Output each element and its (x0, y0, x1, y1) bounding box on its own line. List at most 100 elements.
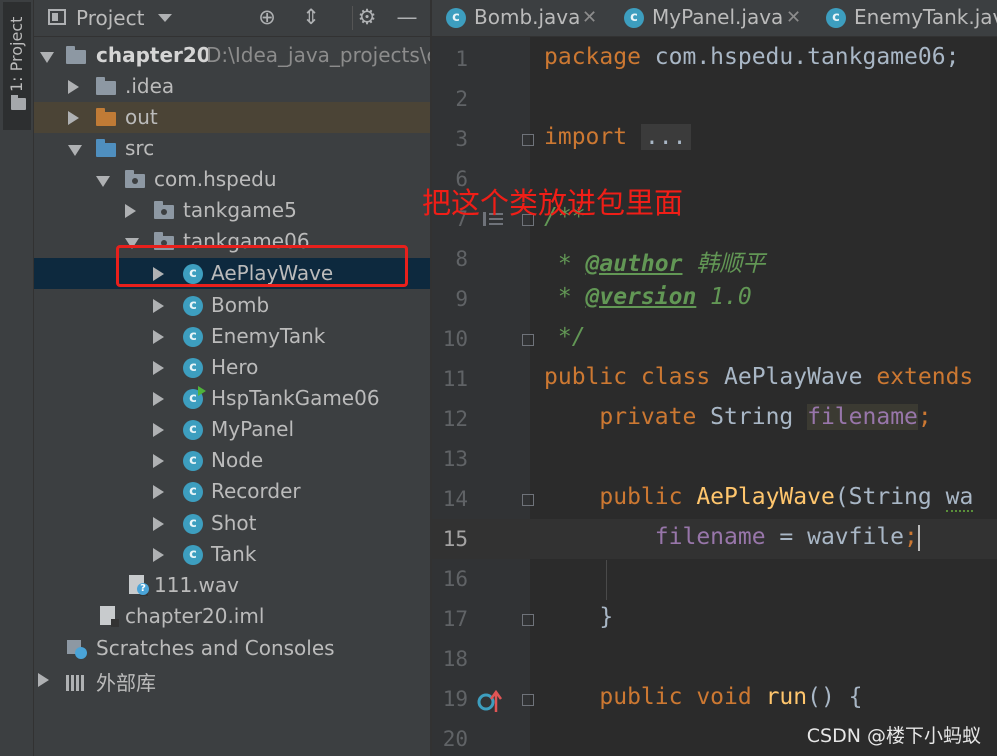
chevron-down-icon[interactable] (40, 52, 54, 63)
tree-item-bomb[interactable]: c Bomb (34, 290, 430, 321)
gear-icon[interactable]: ⚙ (354, 4, 380, 30)
chevron-right-icon[interactable] (125, 204, 136, 218)
fold-collapse-icon[interactable] (522, 494, 534, 506)
code-line-17: } (544, 604, 614, 630)
keyword: private (544, 404, 697, 430)
type-name: String (696, 404, 808, 430)
keyword: import (544, 124, 628, 150)
tree-item-idea[interactable]: .idea (34, 71, 430, 102)
tree-item-mypanel[interactable]: c MyPanel (34, 414, 430, 445)
project-tool-label: 1: Project (7, 16, 26, 92)
tree-item-label: out (125, 105, 158, 129)
line-number: 10 (442, 327, 468, 351)
project-tool-button[interactable]: 1: Project (3, 2, 31, 130)
class-icon: c (183, 327, 203, 347)
close-icon[interactable]: ✕ (786, 7, 801, 28)
tree-item-label: Shot (211, 511, 257, 535)
code-text: = wavfile (765, 524, 905, 550)
line-number: 8 (455, 247, 468, 271)
fold-expand-icon[interactable] (522, 134, 534, 146)
line-number: 18 (442, 647, 468, 671)
chevron-right-icon[interactable] (153, 361, 164, 375)
line-number: 9 (455, 287, 468, 311)
line-number: 11 (442, 367, 468, 391)
chevron-right-icon[interactable] (38, 673, 49, 687)
code-line-19: public void run() { (544, 684, 863, 710)
tree-item-scratches[interactable]: Scratches and Consoles (34, 633, 430, 664)
chevron-right-icon[interactable] (153, 330, 164, 344)
tree-item-label: 外部库 (96, 671, 156, 695)
chevron-right-icon[interactable] (153, 299, 164, 313)
override-icon[interactable] (476, 688, 503, 714)
unknown-type-icon: ? (137, 583, 149, 595)
tree-item-label: Hero (211, 355, 259, 379)
class-icon: c (446, 8, 466, 28)
chevron-down-icon[interactable] (96, 176, 110, 187)
tree-item-label: Recorder (211, 479, 301, 503)
tab-enemytank-java[interactable]: c EnemyTank.java (812, 0, 997, 36)
close-icon[interactable]: ✕ (582, 7, 597, 28)
run-icon (198, 386, 206, 396)
line-number: 13 (442, 447, 468, 471)
tree-item-out[interactable]: out (34, 102, 430, 133)
field-name: filename (807, 404, 918, 430)
minimize-icon[interactable]: — (394, 4, 420, 30)
fold-collapse-icon[interactable] (522, 694, 534, 706)
tree-item-path: D:\Idea_java_projects\ch (206, 43, 430, 67)
project-view-title[interactable]: Project (76, 6, 144, 30)
tree-item-node[interactable]: c Node (34, 445, 430, 476)
chevron-right-icon[interactable] (68, 80, 79, 94)
tool-window-stripe: 1: Project (0, 0, 34, 756)
chevron-right-icon[interactable] (153, 517, 164, 531)
excluded-folder-icon (96, 108, 116, 126)
tree-item-hsptankgame06[interactable]: c HspTankGame06 (34, 383, 430, 414)
fold-collapse-icon[interactable] (522, 334, 534, 346)
tree-item-chapter20[interactable]: chapter20 D:\Idea_java_projects\ch (34, 40, 430, 71)
chevron-right-icon[interactable] (153, 548, 164, 562)
code-text: () { (807, 684, 863, 710)
tree-item-label: 111.wav (154, 573, 239, 597)
tree-item-external-libraries[interactable]: 外部库 (34, 664, 430, 695)
chevron-right-icon[interactable] (68, 111, 79, 125)
tree-item-tank[interactable]: c Tank (34, 539, 430, 570)
library-icon (66, 672, 88, 691)
tree-item-label: com.hspedu (154, 167, 277, 191)
chevron-down-icon[interactable] (158, 14, 172, 22)
tree-item-111-wav[interactable]: ? 111.wav (34, 570, 430, 601)
code-line-1: package com.hspedu.tankgame06; (544, 44, 959, 70)
line-number: 3 (455, 127, 468, 151)
parameter-name: wa (945, 484, 974, 512)
code-line-10: */ (544, 324, 586, 350)
doc-tag: @author (585, 251, 683, 277)
locate-icon[interactable]: ⊕ (254, 4, 280, 30)
tree-item-hero[interactable]: c Hero (34, 352, 430, 383)
tab-mypanel-java[interactable]: c MyPanel.java ✕ (610, 0, 810, 36)
folded-imports[interactable]: ... (640, 124, 691, 150)
code-line-11: public class AePlayWave extends (544, 364, 973, 390)
tree-item-com-hspedu[interactable]: com.hspedu (34, 164, 430, 195)
chevron-right-icon[interactable] (153, 485, 164, 499)
tree-item-enemytank[interactable]: c EnemyTank (34, 321, 430, 352)
chevron-right-icon[interactable] (153, 423, 164, 437)
tree-item-chapter20-iml[interactable]: chapter20.iml (34, 601, 430, 632)
project-panel: Project ⊕ ⇕ ⚙ — chapter20 D:\Idea_java_p… (34, 0, 430, 756)
tree-item-recorder[interactable]: c Recorder (34, 476, 430, 507)
class-icon: c (183, 420, 203, 440)
tree-item-src[interactable]: src (34, 133, 430, 164)
collapse-all-icon[interactable]: ⇕ (298, 4, 324, 30)
doc-tag: @version (585, 284, 697, 310)
tree-item-label: Node (211, 448, 264, 472)
tree-item-label: chapter20.iml (125, 604, 265, 628)
chevron-right-icon[interactable] (153, 392, 164, 406)
chevron-down-icon[interactable] (68, 145, 82, 156)
project-panel-header: Project ⊕ ⇕ ⚙ — (34, 0, 430, 37)
chevron-right-icon[interactable] (153, 454, 164, 468)
fold-collapse-icon[interactable] (522, 614, 534, 626)
tree-item-label: chapter20 (96, 43, 211, 67)
tab-bomb-java[interactable]: c Bomb.java ✕ (432, 0, 610, 36)
tree-item-shot[interactable]: c Shot (34, 508, 430, 539)
code-line-9: * @version 1.0 (544, 284, 752, 310)
line-number: 1 (455, 47, 468, 71)
tree-item-tankgame5[interactable]: tankgame5 (34, 195, 430, 226)
code-text: com.hspedu.tankgame06; (640, 44, 960, 70)
